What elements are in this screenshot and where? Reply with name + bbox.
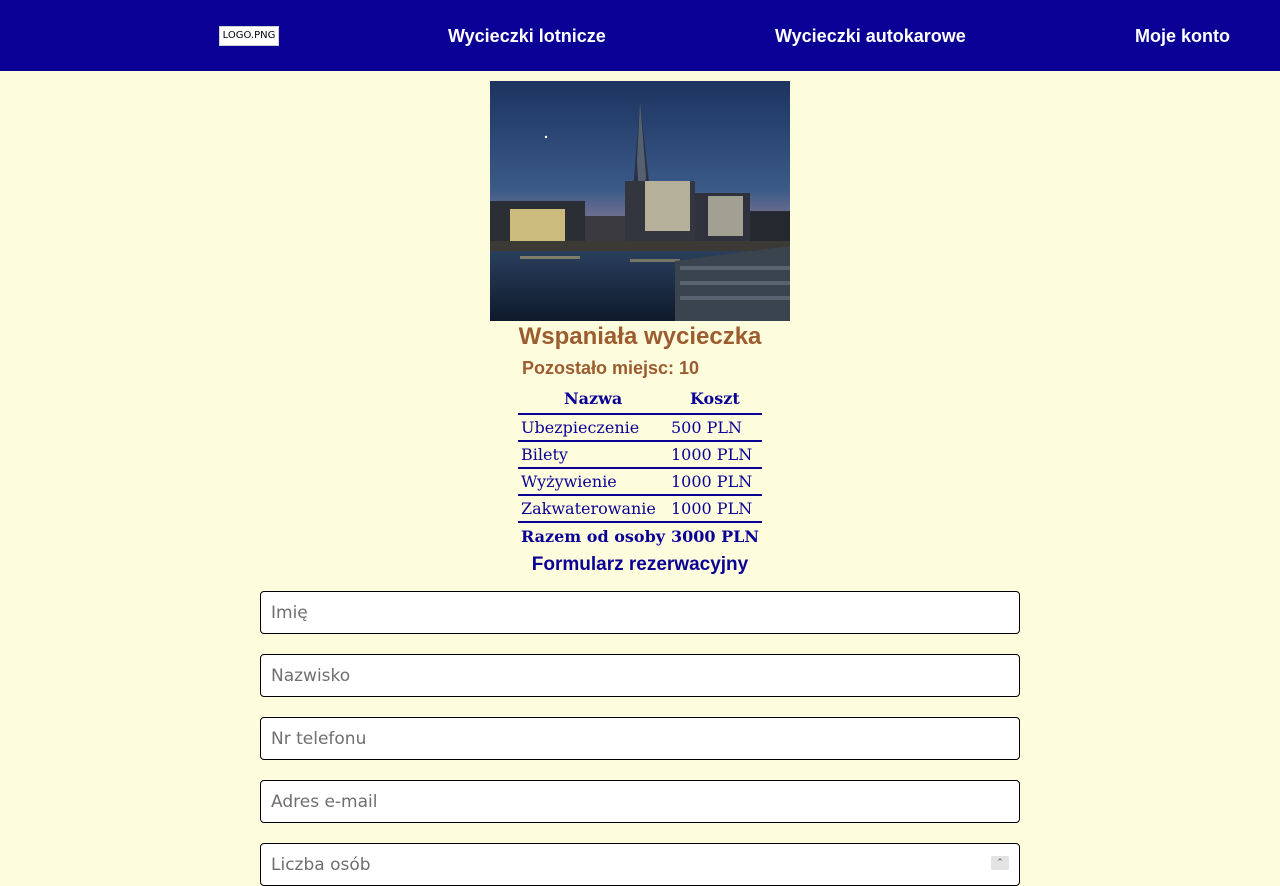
row-name: Wyżywienie bbox=[521, 472, 617, 491]
trip-title: Wspaniała wycieczka bbox=[518, 323, 762, 350]
top-navbar: LOGO.PNG Wycieczki lotnicze Wycieczki au… bbox=[0, 0, 1280, 71]
cost-table: Nazwa Koszt Ubezpieczenie 500 PLN Bilety… bbox=[518, 386, 762, 550]
table-row: Wyżywienie 1000 PLN bbox=[518, 469, 762, 496]
table-row: Bilety 1000 PLN bbox=[518, 442, 762, 469]
people-count-input[interactable] bbox=[260, 843, 1020, 886]
first-name-input[interactable] bbox=[260, 591, 1020, 634]
row-cost: 1000 PLN bbox=[671, 445, 753, 464]
logo-image[interactable]: LOGO.PNG bbox=[219, 26, 279, 46]
nav-link-bus-trips[interactable]: Wycieczki autokarowe bbox=[775, 25, 966, 47]
table-total-row: Razem od osoby 3000 PLN bbox=[518, 523, 762, 550]
last-name-input[interactable] bbox=[260, 654, 1020, 697]
column-header-cost: Koszt bbox=[690, 389, 740, 408]
table-header-row: Nazwa Koszt bbox=[518, 386, 762, 415]
stepper-icon[interactable]: ⌃ bbox=[991, 856, 1009, 870]
trip-photo bbox=[490, 81, 790, 321]
phone-input[interactable] bbox=[260, 717, 1020, 760]
row-cost: 1000 PLN bbox=[671, 472, 753, 491]
row-cost: 1000 PLN bbox=[671, 499, 753, 518]
row-cost: 500 PLN bbox=[671, 418, 743, 437]
nav-link-air-trips[interactable]: Wycieczki lotnicze bbox=[448, 25, 606, 47]
column-header-name: Nazwa bbox=[564, 389, 623, 408]
total-value: 3000 PLN bbox=[671, 527, 760, 546]
seats-remaining: Pozostało miejsc: 10 bbox=[522, 358, 700, 378]
row-name: Zakwaterowanie bbox=[521, 499, 656, 518]
email-input[interactable] bbox=[260, 780, 1020, 823]
row-name: Ubezpieczenie bbox=[521, 418, 640, 437]
form-title: Formularz rezerwacyjny bbox=[531, 554, 749, 575]
total-label: Razem od osoby bbox=[521, 527, 666, 546]
nav-link-my-account[interactable]: Moje konto bbox=[1135, 25, 1230, 47]
table-row: Ubezpieczenie 500 PLN bbox=[518, 415, 762, 442]
row-name: Bilety bbox=[521, 445, 568, 464]
table-row: Zakwaterowanie 1000 PLN bbox=[518, 496, 762, 523]
